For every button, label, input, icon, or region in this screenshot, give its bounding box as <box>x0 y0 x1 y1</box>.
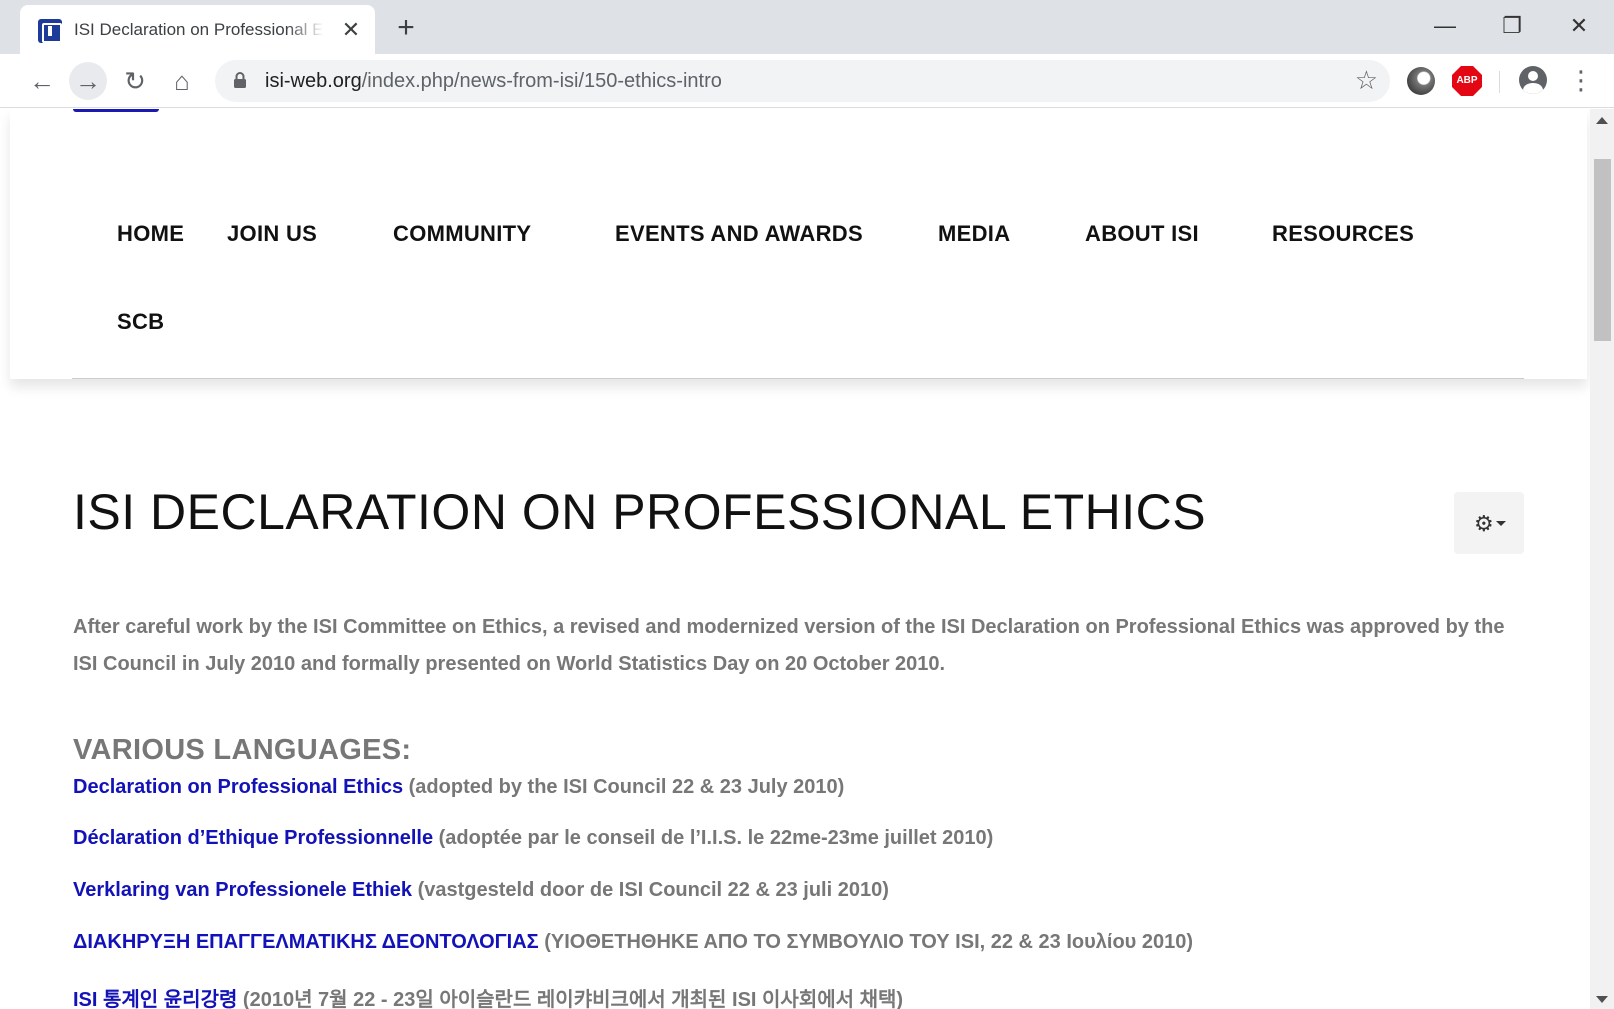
home-icon[interactable]: ⌂ <box>163 62 201 100</box>
close-window-icon[interactable]: ✕ <box>1559 10 1599 42</box>
nav-item-media[interactable]: MEDIA <box>938 221 1010 247</box>
minimize-icon[interactable]: — <box>1425 10 1465 42</box>
language-link-english[interactable]: Declaration on Professional Ethics <box>73 776 403 798</box>
site-logo-fragment <box>73 109 159 112</box>
language-note: (ΥΙΟΘΕΤΗΘΗΚΕ ΑΠΟ ΤΟ ΣΥΜΒΟΥΛΙΟ ΤΟΥ ISI, 2… <box>538 931 1194 953</box>
toolbar-divider <box>1499 71 1500 93</box>
language-item: ISI 통계인 윤리강령 (2010년 7월 22 - 23일 아이슬란드 레이… <box>73 983 903 1009</box>
language-link-korean[interactable]: ISI 통계인 윤리강령 <box>73 989 237 1009</box>
page-scrollbar[interactable] <box>1590 109 1614 1009</box>
nav-item-resources[interactable]: RESOURCES <box>1272 221 1414 247</box>
more-menu-icon[interactable]: ⋮ <box>1568 66 1594 96</box>
isi-favicon-icon <box>38 19 62 43</box>
page-viewport: HOME JOIN US COMMUNITY EVENTS AND AWARDS… <box>0 109 1614 1009</box>
profile-avatar-icon[interactable] <box>1519 66 1547 94</box>
browser-toolbar: ← → ↻ ⌂ isi-web.org/index.php/news-from-… <box>0 54 1614 108</box>
language-link-french[interactable]: Déclaration d’Ethique Professionnelle <box>73 827 433 849</box>
url-text: isi-web.org/index.php/news-from-isi/150-… <box>265 70 722 93</box>
nav-item-about-isi[interactable]: ABOUT ISI <box>1085 221 1199 247</box>
scrollbar-thumb[interactable] <box>1594 159 1611 341</box>
language-item: Déclaration d’Ethique Professionnelle (a… <box>73 827 993 850</box>
scroll-up-arrow-icon[interactable] <box>1596 117 1608 124</box>
gear-icon: ⚙ <box>1474 511 1494 536</box>
nav-item-community[interactable]: COMMUNITY <box>393 221 531 247</box>
site-header: HOME JOIN US COMMUNITY EVENTS AND AWARDS… <box>10 109 1587 379</box>
lock-icon <box>234 72 246 88</box>
url-path: /index.php/news-from-isi/150-ethics-intr… <box>361 70 722 92</box>
language-note: (vastgesteld door de ISI Council 22 & 23… <box>412 879 889 901</box>
language-note: (adopted by the ISI Council 22 & 23 July… <box>403 776 845 798</box>
nav-item-scb[interactable]: SCB <box>117 309 164 335</box>
page-title: ISI DECLARATION ON PROFESSIONAL ETHICS <box>73 484 1207 540</box>
caret-down-icon <box>1496 521 1506 526</box>
adblock-plus-icon[interactable]: ABP <box>1452 66 1482 96</box>
tab-title: ISI Declaration on Professional Ethics <box>74 20 324 39</box>
intro-paragraph: After careful work by the ISI Committee … <box>73 616 1505 675</box>
star-icon[interactable]: ☆ <box>1355 65 1378 96</box>
url-host: isi-web.org <box>265 70 362 92</box>
languages-heading: VARIOUS LANGUAGES: <box>73 734 412 766</box>
language-item: Declaration on Professional Ethics (adop… <box>73 776 844 799</box>
nav-item-join-us[interactable]: JOIN US <box>227 221 317 247</box>
scroll-down-arrow-icon[interactable] <box>1596 996 1608 1003</box>
address-bar[interactable]: isi-web.org/index.php/news-from-isi/150-… <box>215 60 1390 102</box>
browser-tabstrip: ISI Declaration on Professional Ethics ✕… <box>0 0 1614 54</box>
reload-icon[interactable]: ↻ <box>116 62 154 100</box>
language-link-dutch[interactable]: Verklaring van Professionele Ethiek <box>73 879 412 901</box>
language-item: ΔΙΑΚΗΡΥΞΗ ΕΠΑΓΓΕΛΜΑΤΙΚΗΣ ΔΕΟΝΤΟΛΟΓΙΑΣ (Υ… <box>73 931 1193 954</box>
extension-icon[interactable] <box>1407 67 1435 95</box>
language-note: (2010년 7월 22 - 23일 아이슬란드 레이캬비크에서 개최된 ISI… <box>237 989 904 1009</box>
close-tab-icon[interactable]: ✕ <box>338 17 364 43</box>
nav-item-events-and-awards[interactable]: EVENTS AND AWARDS <box>615 221 863 247</box>
forward-arrow-icon[interactable]: → <box>69 62 107 100</box>
new-tab-button[interactable]: + <box>390 12 422 44</box>
header-divider <box>72 378 1524 379</box>
language-link-greek[interactable]: ΔΙΑΚΗΡΥΞΗ ΕΠΑΓΓΕΛΜΑΤΙΚΗΣ ΔΕΟΝΤΟΛΟΓΙΑΣ <box>73 931 539 953</box>
back-arrow-icon[interactable]: ← <box>23 62 61 100</box>
language-note: (adoptée par le conseil de l’I.I.S. le 2… <box>433 827 994 849</box>
article-tools-button[interactable]: ⚙ <box>1454 492 1524 554</box>
nav-item-home[interactable]: HOME <box>117 221 184 247</box>
browser-tab[interactable]: ISI Declaration on Professional Ethics ✕ <box>20 5 375 54</box>
language-item: Verklaring van Professionele Ethiek (vas… <box>73 879 889 902</box>
restore-icon[interactable]: ❐ <box>1492 10 1532 42</box>
